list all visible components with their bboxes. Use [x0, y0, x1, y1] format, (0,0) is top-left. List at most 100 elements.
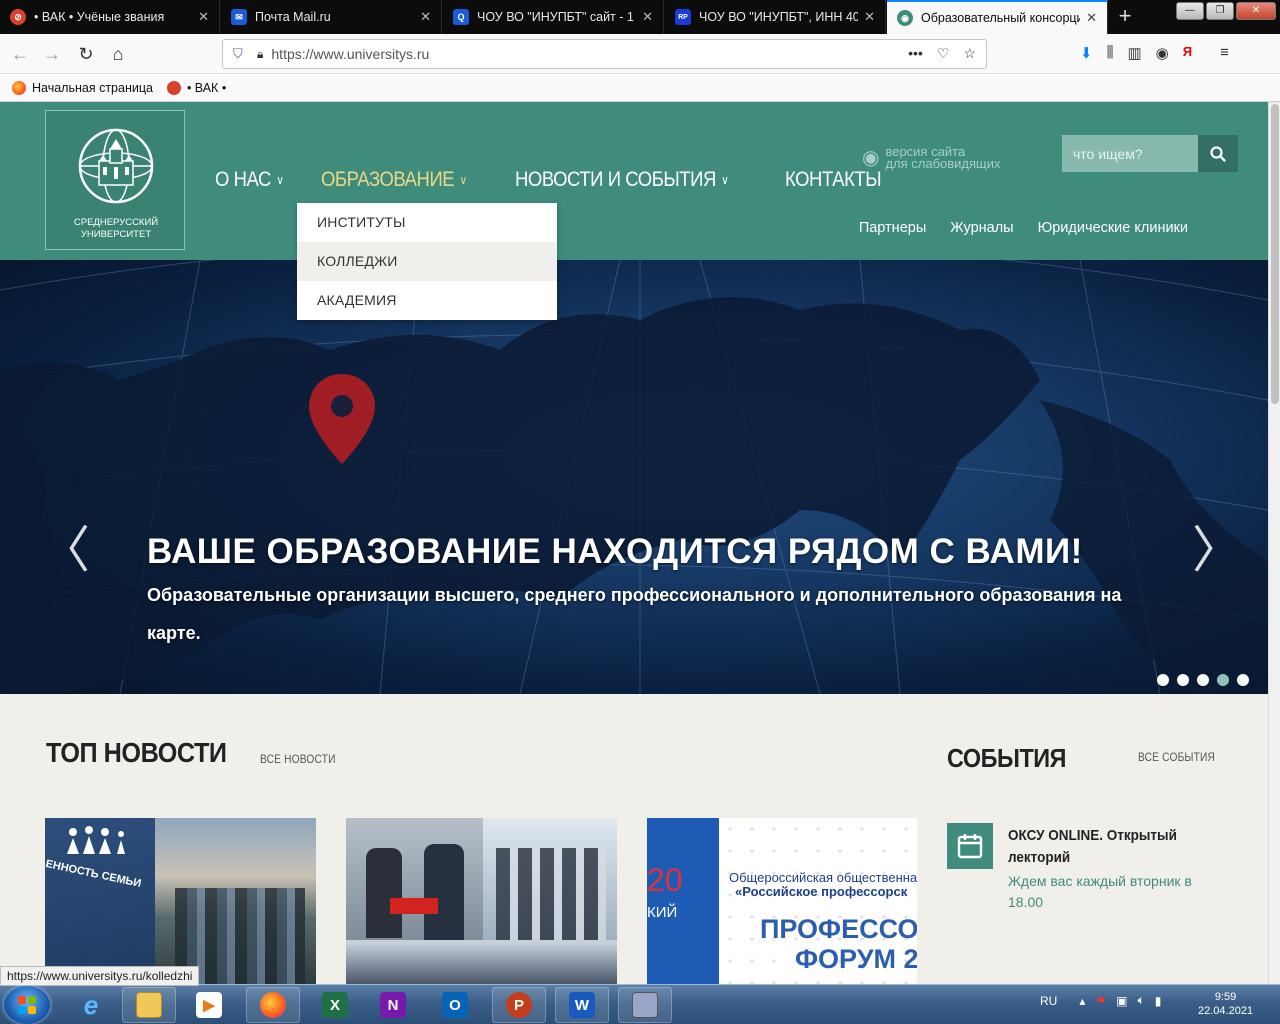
taskbar-firefox[interactable] [246, 987, 300, 1023]
sidebar-icon[interactable]: ▥ [1127, 44, 1141, 62]
news-image-year: 20 [647, 862, 683, 898]
tab-university-active[interactable]: ◉ Образовательный консорциу ✕ [887, 0, 1108, 34]
close-icon[interactable]: ✕ [420, 9, 431, 25]
tab-title: ЧОУ ВО "ИНУПБТ" сайт - 1 м [477, 10, 637, 24]
window-controls: — ❐ ✕ [1176, 2, 1276, 20]
tab-inn[interactable]: RP ЧОУ ВО "ИНУПБТ", ИНН 402 ✕ [665, 0, 886, 34]
logo-text: СРЕДНЕРУССКИЙ УНИВЕРСИТЕТ [46, 217, 186, 241]
slider-dot[interactable] [1197, 674, 1209, 686]
taskbar-word[interactable]: W [555, 987, 609, 1023]
slider-prev-arrow-icon[interactable]: 〈 [40, 510, 90, 582]
action-center-icon[interactable]: ⚑ [1095, 994, 1106, 1008]
all-news-link[interactable]: ВСЕ НОВОСТИ [260, 752, 336, 766]
map-pin-icon [309, 374, 375, 464]
accessibility-version-link[interactable]: ◉ версия сайта для слабовидящих [862, 145, 1001, 171]
subnav-partners[interactable]: Партнеры [859, 220, 926, 236]
reload-icon[interactable]: ↻ [72, 40, 100, 68]
subnav-journals[interactable]: Журналы [950, 220, 1013, 236]
news-card-agreement[interactable] [346, 818, 617, 984]
lock-icon[interactable]: 🔒︎ [257, 47, 263, 62]
bookmark-star-icon[interactable]: ☆ [963, 45, 976, 62]
event-description: Ждем вас каждый вторник в 18.00 [1008, 873, 1192, 910]
close-icon[interactable]: ✕ [642, 9, 653, 25]
news-card-professors-forum[interactable]: 20 КИЙ Общероссийская общественна «Росси… [647, 818, 917, 984]
maximize-button[interactable]: ❐ [1206, 2, 1234, 20]
tracking-shield-icon[interactable]: ⛉ [233, 46, 247, 62]
volume-icon[interactable]: 🔈︎ [1137, 993, 1144, 1008]
news-card-family[interactable]: ЕННОСТЬ СЕМЬИ [45, 818, 316, 984]
slider-next-arrow-icon[interactable]: 〉 [1192, 510, 1242, 582]
taskbar-outlook[interactable]: O [428, 987, 482, 1023]
logo-line-1: СРЕДНЕРУССКИЙ [73, 217, 159, 228]
news-photo-person [424, 844, 464, 940]
taskbar-media-player[interactable]: ▶ [182, 987, 236, 1023]
event-title[interactable]: ОКСУ ONLINE. Открытый лекторий [1008, 825, 1188, 869]
firefox-icon [12, 80, 26, 95]
page-actions-menu-icon[interactable]: ••• [908, 45, 923, 62]
address-bar[interactable]: ⛉ 🔒︎ https://www.universitys.ru ••• ♡ ☆ [222, 39, 987, 69]
downloads-icon[interactable]: ⬇ [1080, 44, 1093, 62]
close-icon[interactable]: ✕ [864, 9, 875, 25]
back-arrow-icon[interactable]: ← [6, 40, 34, 68]
accessibility-line-2: для слабовидящих [885, 156, 1001, 171]
tab-mail[interactable]: ✉ Почта Mail.ru ✕ [221, 0, 442, 34]
search-button[interactable] [1198, 135, 1238, 172]
nav-item-about[interactable]: О НАС ∨ [215, 168, 284, 192]
slider-dot[interactable] [1237, 674, 1249, 686]
bookmarks-toolbar: Начальная страница • ВАК • [0, 74, 1280, 102]
network-icon[interactable]: ▣ [1116, 994, 1127, 1008]
home-icon[interactable]: ⌂ [104, 40, 132, 68]
page-scrollbar[interactable] [1268, 102, 1280, 984]
taskbar-powerpoint[interactable]: P [492, 987, 546, 1023]
search-input[interactable] [1062, 135, 1198, 172]
system-tray: RU ▴ ⚑ ▣ 🔈︎ ▮ [1040, 993, 1161, 1008]
dropdown-item-academy[interactable]: АКАДЕМИЯ [297, 281, 557, 320]
tab-search[interactable]: Q ЧОУ ВО "ИНУПБТ" сайт - 1 м ✕ [443, 0, 664, 34]
all-events-link[interactable]: ВСЕ СОБЫТИЯ [1138, 750, 1215, 764]
taskbar-onenote[interactable]: N [366, 987, 420, 1023]
account-icon[interactable]: ◉ [1156, 44, 1169, 62]
system-clock[interactable]: 9:59 22.04.2021 [1198, 990, 1253, 1018]
minimize-button[interactable]: — [1176, 2, 1204, 20]
slider-dot[interactable] [1157, 674, 1169, 686]
dropdown-item-colleges[interactable]: КОЛЛЕДЖИ [297, 242, 557, 281]
tab-vak[interactable]: ⊘ • ВАК • Учёные звания ✕ [0, 0, 220, 34]
bookmark-start-page[interactable]: Начальная страница [12, 80, 153, 95]
dropdown-item-institutes[interactable]: ИНСТИТУТЫ [297, 203, 557, 242]
close-window-button[interactable]: ✕ [1236, 2, 1276, 20]
pocket-icon[interactable]: ♡ [937, 45, 950, 62]
slider-dot[interactable] [1177, 674, 1189, 686]
yandex-icon[interactable]: Я [1183, 44, 1192, 62]
taskbar-ie[interactable]: e [64, 987, 118, 1023]
logo-line-2: УНИВЕРСИТЕТ [80, 229, 152, 240]
university-logo[interactable]: СРЕДНЕРУССКИЙ УНИВЕРСИТЕТ [45, 110, 185, 250]
menu-hamburger-icon[interactable]: ≡ [1220, 44, 1229, 62]
slider-dot-active[interactable] [1217, 674, 1229, 686]
taskbar-explorer[interactable] [122, 987, 176, 1023]
show-hidden-icons-icon[interactable]: ▴ [1079, 994, 1085, 1008]
close-icon[interactable]: ✕ [198, 9, 209, 25]
nav-item-education[interactable]: ОБРАЗОВАНИЕ ∨ [321, 168, 467, 192]
library-icon[interactable]: ⫼ [1107, 44, 1114, 62]
nav-item-news-events[interactable]: НОВОСТИ И СОБЫТИЯ ∨ [515, 168, 729, 192]
close-icon[interactable]: ✕ [1086, 10, 1097, 26]
mail-favicon-icon: ✉ [231, 9, 247, 25]
taskbar-excel[interactable]: X [308, 987, 362, 1023]
bookmark-vak[interactable]: • ВАК • [166, 80, 226, 95]
news-image-caption: ПРОФЕССОР [760, 914, 917, 944]
windows-logo-icon [18, 996, 36, 1014]
nav-item-contacts[interactable]: КОНТАКТЫ [785, 168, 882, 192]
tab-title: Почта Mail.ru [255, 10, 331, 24]
university-favicon-icon: ◉ [897, 10, 913, 26]
forward-arrow-icon[interactable]: → [38, 40, 66, 68]
new-tab-plus-icon[interactable]: + [1112, 4, 1138, 30]
start-button[interactable] [4, 986, 50, 1024]
event-calendar-button[interactable] [947, 823, 993, 869]
language-indicator[interactable]: RU [1040, 994, 1057, 1008]
subnav-legal-clinics[interactable]: Юридические клиники [1038, 220, 1188, 236]
scrollbar-thumb[interactable] [1271, 104, 1279, 404]
browser-tab-bar: ⊘ • ВАК • Учёные звания ✕ ✉ Почта Mail.r… [0, 0, 1280, 34]
taskbar-snipping-tool[interactable] [618, 987, 672, 1023]
power-icon[interactable]: ▮ [1155, 994, 1162, 1008]
url-text[interactable]: https://www.universitys.ru [271, 46, 429, 62]
